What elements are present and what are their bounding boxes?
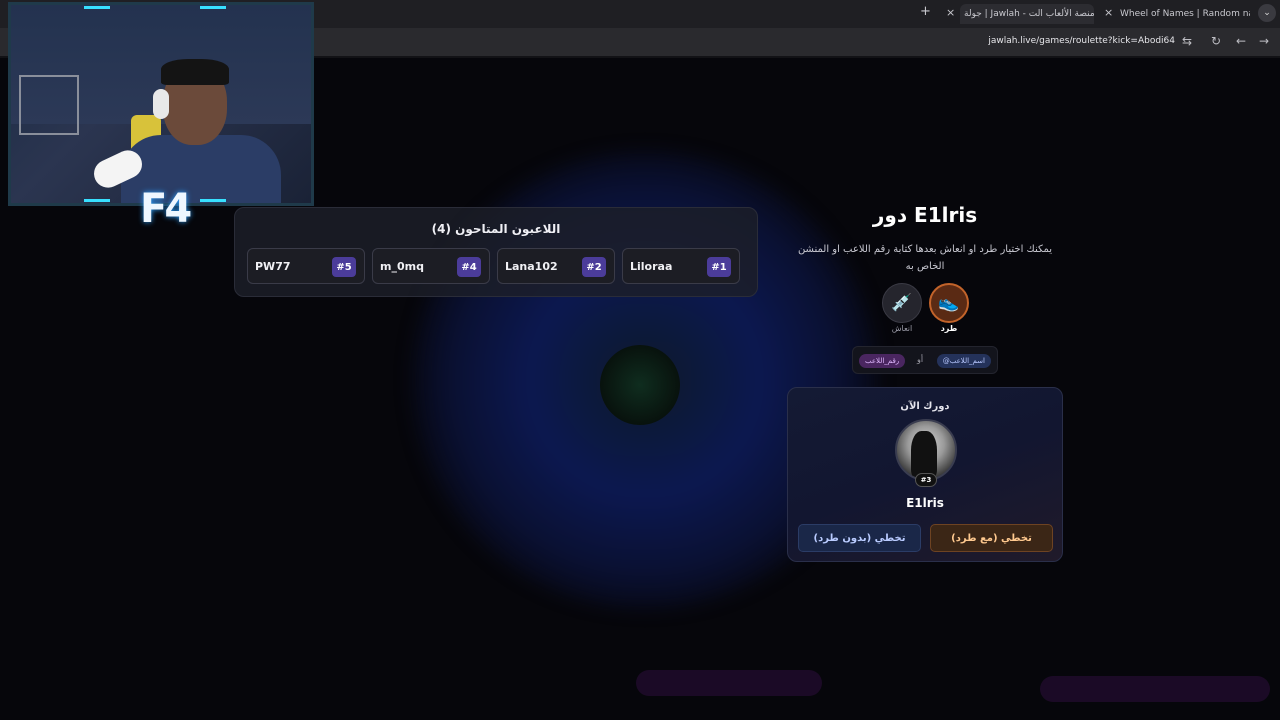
sneaker-icon: 👟 (938, 293, 960, 313)
revive-action-button[interactable]: 💉 (882, 283, 922, 323)
or-label: أو (917, 355, 924, 364)
player-number-badge: #2 (582, 257, 606, 277)
site-settings-icon[interactable]: ⇆ (1182, 34, 1192, 48)
webcam-person-hair (161, 59, 229, 85)
syringe-icon: 💉 (891, 293, 913, 313)
page-root: ⌄ Wheel of Names | Random nam × جولة | J… (0, 0, 1280, 720)
player-number-badge: #1 (707, 257, 731, 277)
tab-wheel-of-names[interactable]: Wheel of Names | Random nam (1120, 4, 1250, 24)
revive-action-label: انعاش (891, 324, 913, 333)
back-icon[interactable]: → (1259, 34, 1269, 48)
skip-with-kick-button[interactable]: تخطي (مع طرد) (930, 524, 1053, 552)
webcam-overlay (8, 2, 314, 206)
player-card[interactable]: m_0mq #4 (372, 248, 490, 284)
skip-without-kick-button[interactable]: تخطي (بدون طرد) (798, 524, 921, 552)
player-name: m_0mq (380, 260, 424, 273)
player-number-badge: #3 (915, 473, 937, 487)
current-player-name: E1lris (906, 496, 944, 510)
turn-description-line: الخاص به (905, 261, 945, 272)
webcam-headphone (153, 89, 169, 119)
turn-title: دور E1lris (872, 203, 978, 227)
tab-label: جولة | Jawlah - منصة الألعاب الت (964, 9, 1094, 19)
streamer-logo: F4 (140, 186, 192, 232)
close-icon[interactable]: × (1104, 6, 1113, 19)
player-number-pill: رقم_اللاعب (859, 354, 906, 368)
player-card[interactable]: Liloraa #1 (622, 248, 740, 284)
new-tab-icon[interactable]: + (920, 4, 931, 19)
url-field[interactable]: jawlah.live/games/roulette?kick=Abodi64 (985, 36, 1175, 46)
current-turn-title: دورك الآن (900, 401, 950, 412)
kick-action-label: طرد (940, 324, 958, 333)
player-card[interactable]: PW77 #5 (247, 248, 365, 284)
forward-icon[interactable]: ← (1236, 34, 1246, 48)
players-title: اللاعبون المتاحون (4) (431, 222, 561, 236)
turn-description-line: يمكنك اختيار طرد او انعاش بعدها كتابة رق… (797, 244, 1053, 255)
player-name: Liloraa (630, 260, 673, 273)
player-name: PW77 (255, 260, 291, 273)
tab-search-icon[interactable]: ⌄ (1258, 4, 1276, 22)
webcam-frame-accent (200, 6, 226, 9)
webcam-frame-accent (84, 199, 110, 202)
avatar (895, 419, 957, 481)
turn-description: يمكنك اختيار طرد او انعاش بعدها كتابة رق… (788, 241, 1062, 275)
kick-action-button[interactable]: 👟 (929, 283, 969, 323)
current-turn-card: دورك الآن #3 E1lris تخطي (مع طرد) تخطي (… (787, 387, 1063, 562)
roulette-center-blur (600, 345, 680, 425)
player-number-badge: #4 (457, 257, 481, 277)
reload-icon[interactable]: ↻ (1211, 34, 1221, 48)
player-mention-pill: @اسم_اللاعب (936, 354, 991, 368)
player-card[interactable]: Lana102 #2 (497, 248, 615, 284)
background-bar (636, 670, 822, 696)
player-name: Lana102 (505, 260, 558, 273)
player-number-badge: #5 (332, 257, 356, 277)
avatar-silhouette (911, 431, 937, 479)
webcam-frame-accent (200, 199, 226, 202)
available-players-panel: اللاعبون المتاحون (4) Liloraa #1 Lana102… (234, 207, 758, 297)
close-icon[interactable]: × (946, 6, 955, 19)
background-bar (1040, 676, 1270, 702)
input-hint: @اسم_اللاعب أو رقم_اللاعب (852, 346, 998, 374)
webcam-frame-accent (84, 6, 110, 9)
webcam-shelf (19, 75, 79, 135)
tab-jawlah[interactable]: جولة | Jawlah - منصة الألعاب الت (960, 4, 1094, 24)
tab-label: Wheel of Names | Random nam (1120, 9, 1250, 19)
